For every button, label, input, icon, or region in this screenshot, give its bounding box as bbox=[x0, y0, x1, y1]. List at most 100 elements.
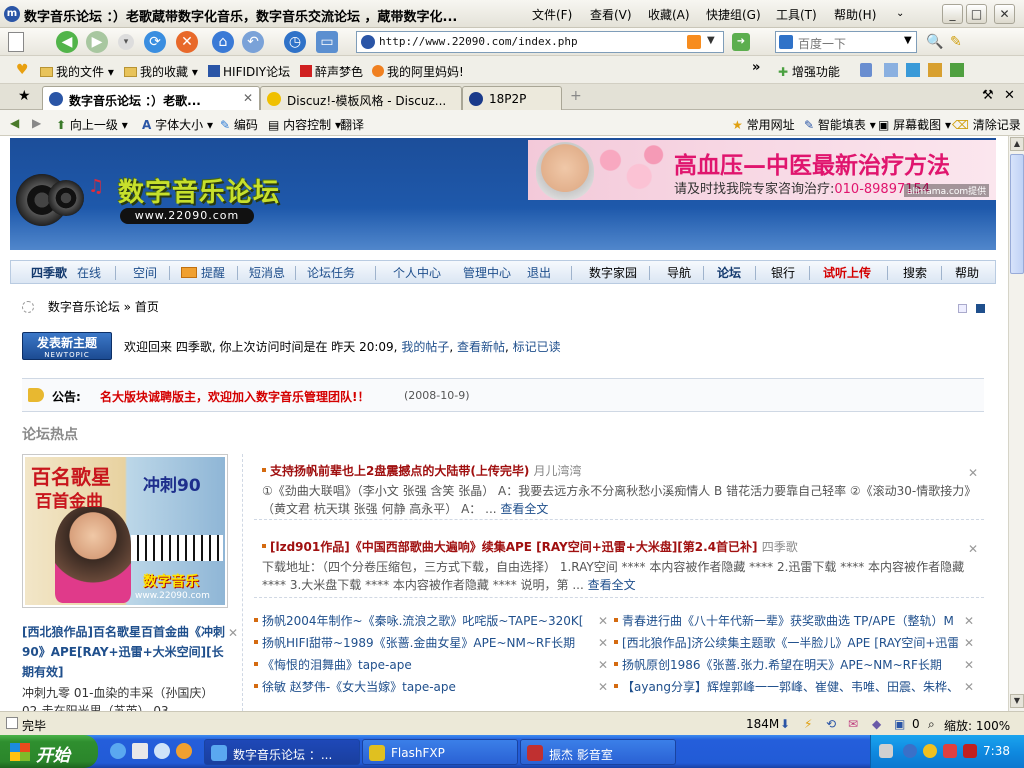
history-dropdown-icon[interactable]: ▾ bbox=[118, 34, 134, 50]
common-sites-button[interactable]: ★ 常用网址 bbox=[732, 116, 795, 133]
screenshot-button[interactable]: ▣ 屏幕截图 ▾ bbox=[878, 116, 951, 133]
scroll-down-icon[interactable]: ▼ bbox=[1010, 694, 1024, 708]
scroll-up-icon[interactable]: ▲ bbox=[1010, 137, 1024, 151]
tab-forum[interactable]: 数字音乐论坛 ：）老歌... ✕ bbox=[42, 86, 260, 110]
refresh-icon[interactable]: ⟳ bbox=[144, 31, 166, 53]
close-icon[interactable]: ✕ bbox=[968, 466, 978, 480]
search-input[interactable]: 百度一下 ▼ bbox=[775, 31, 917, 53]
list-item[interactable]: 扬帆原创1986《张蔷.张力.希望在明天》APE~NM~RF长期 bbox=[614, 656, 958, 673]
nav-logout[interactable]: 退出 bbox=[527, 264, 551, 281]
address-bar[interactable]: http://www.22090.com/index.php ▼ bbox=[356, 31, 724, 53]
start-button[interactable]: 开始 bbox=[0, 735, 98, 768]
topic-author[interactable]: 四季歌 bbox=[762, 540, 798, 554]
zoom-level[interactable]: 缩放: 100% bbox=[944, 717, 1010, 734]
nav-username[interactable]: 四季歌 bbox=[31, 264, 67, 281]
close-icon[interactable]: ✕ bbox=[598, 680, 608, 694]
search-small-icon[interactable]: ⌕ bbox=[928, 717, 935, 732]
list-item[interactable]: 青春进行曲《八十年代新一辈》获奖歌曲选 TP/APE（整轨）M bbox=[614, 612, 958, 629]
hot-topic-image[interactable]: 百名歌星 百首金曲 冲刺90 数字音乐 www.22090.com bbox=[22, 454, 228, 608]
tab-18p2p[interactable]: 18P2P bbox=[462, 86, 562, 110]
new-tab-icon[interactable]: + bbox=[570, 88, 582, 104]
scroll-thumb[interactable] bbox=[1010, 154, 1024, 274]
encoding-button[interactable]: ✎ 编码 bbox=[220, 116, 258, 133]
favorites-heart-icon[interactable]: ♥ bbox=[16, 62, 29, 78]
address-text[interactable]: http://www.22090.com/index.php bbox=[379, 35, 578, 48]
more-chevron-icon[interactable]: » bbox=[752, 60, 760, 75]
list-item[interactable]: [西北狼作品]济公续集主题歌《一半脸儿》APE [RAY空间+迅雷 bbox=[614, 634, 958, 651]
fav-zuisheng[interactable]: 醉声梦色 bbox=[300, 63, 363, 80]
content-control-button[interactable]: ▤ 内容控制 ▾ bbox=[268, 116, 341, 133]
list-item[interactable]: 【ayang分享】辉煌郭峰一一郭峰、崔健、韦唯、田震、朱桦、 bbox=[614, 678, 958, 695]
nav-space[interactable]: 空间 bbox=[133, 264, 157, 281]
new-topic-button[interactable]: 发表新主题 NEWTOPIC bbox=[22, 332, 112, 360]
close-button[interactable]: ✕ bbox=[994, 4, 1015, 24]
task-forum[interactable]: 数字音乐论坛 ：... bbox=[204, 739, 360, 765]
nav-forum[interactable]: 论坛 bbox=[717, 264, 741, 281]
list-item[interactable]: 徐敏 赵梦伟-《女大当嫁》tape-ape bbox=[254, 678, 592, 695]
close-icon[interactable]: ✕ bbox=[598, 636, 608, 650]
translate-button[interactable]: 翻译 bbox=[340, 116, 364, 133]
forward-small-icon[interactable]: ▶ bbox=[32, 116, 41, 130]
gem-icon[interactable]: ◆ bbox=[872, 717, 881, 731]
wide-layout-icon[interactable] bbox=[958, 304, 967, 313]
ie-icon[interactable] bbox=[110, 743, 126, 759]
topic-title-link[interactable]: 支持扬帆前辈也上2盘震撼点的大陆带(上传完毕) bbox=[270, 464, 529, 478]
go-icon[interactable]: ➜ bbox=[732, 33, 750, 51]
lightning-icon[interactable]: ⚡ bbox=[804, 717, 812, 731]
nav-messages[interactable]: 短消息 bbox=[249, 264, 285, 281]
maximize-button[interactable]: □ bbox=[966, 4, 987, 24]
close-tab-icon[interactable]: ✕ bbox=[1004, 88, 1015, 103]
undo-close-icon[interactable]: ↶ bbox=[242, 31, 264, 53]
new-posts-link[interactable]: 查看新帖 bbox=[457, 340, 505, 354]
list-item[interactable]: 扬帆HIFI甜带~1989《张蔷.金曲女星》APE~NM~RF长期 bbox=[254, 634, 592, 651]
nav-help[interactable]: 帮助 bbox=[955, 264, 979, 281]
smart-fill-button[interactable]: ✎ 智能填表 ▾ bbox=[804, 116, 876, 133]
media-icon[interactable] bbox=[176, 743, 192, 759]
menu-view[interactable]: 查看(V) bbox=[590, 6, 632, 23]
nav-profile[interactable]: 个人中心 bbox=[393, 264, 441, 281]
forward-arrow-icon[interactable]: ▶ bbox=[86, 31, 108, 53]
vertical-scrollbar[interactable]: ▲ ▼ bbox=[1008, 136, 1024, 711]
announcement-link[interactable]: 名大版块诚聘版主，欢迎加入数字音乐管理团队!！ bbox=[100, 388, 369, 405]
close-icon[interactable]: ✕ bbox=[964, 680, 974, 694]
minimize-button[interactable]: _ bbox=[942, 4, 963, 24]
qq-icon[interactable] bbox=[923, 744, 937, 758]
close-icon[interactable]: ✕ bbox=[968, 542, 978, 556]
plugin-icon[interactable] bbox=[906, 63, 920, 77]
nav-online[interactable]: 在线 bbox=[77, 264, 101, 281]
nav-home[interactable]: 数字家园 bbox=[589, 264, 637, 281]
plugin-icon[interactable] bbox=[928, 63, 942, 77]
site-logo-title[interactable]: 数字音乐论坛 bbox=[118, 172, 280, 209]
menu-help[interactable]: 帮助(H) bbox=[834, 6, 876, 23]
fav-my-files[interactable]: 我的文件 ▾ bbox=[40, 63, 114, 80]
back-arrow-icon[interactable]: ◀ bbox=[56, 31, 78, 53]
tab-discuz[interactable]: Discuz!-模板风格 - Discuz... bbox=[260, 86, 462, 110]
my-posts-link[interactable]: 我的帖子 bbox=[401, 340, 449, 354]
read-more-link[interactable]: 查看全文 bbox=[500, 502, 548, 516]
stop-icon[interactable]: ✕ bbox=[176, 31, 198, 53]
antivirus-icon[interactable] bbox=[963, 744, 977, 758]
menu-tools[interactable]: 工具(T) bbox=[776, 6, 817, 23]
clock-icon[interactable]: ◷ bbox=[284, 31, 306, 53]
nav-tasks[interactable]: 论坛任务 bbox=[307, 264, 355, 281]
sync-icon[interactable]: ⟲ bbox=[826, 717, 836, 731]
nav-admin[interactable]: 管理中心 bbox=[463, 264, 511, 281]
close-icon[interactable]: ✕ bbox=[598, 658, 608, 672]
ad-banner[interactable]: 高血压—中医最新治疗方法 请及时找我院专家咨询治疗:010-89897154 a… bbox=[528, 140, 996, 200]
chevron-left-icon[interactable] bbox=[903, 744, 917, 758]
go-up-button[interactable]: ⬆ 向上一级 ▾ bbox=[56, 116, 128, 133]
highlight-icon[interactable]: ✎ bbox=[950, 34, 962, 50]
wrench-icon[interactable]: ⚒ bbox=[982, 88, 994, 103]
menu-favorites[interactable]: 收藏(A) bbox=[648, 6, 690, 23]
mark-read-link[interactable]: 标记已读 bbox=[513, 340, 561, 354]
block-icon[interactable]: ▣ bbox=[894, 717, 905, 731]
list-item[interactable]: 扬帆2004年制作~《秦咏.流浪之歌》叱咤版~TAPE~320K[ bbox=[254, 612, 592, 629]
plugin-icon[interactable] bbox=[884, 63, 898, 77]
plugin-icon[interactable] bbox=[860, 63, 872, 77]
topic-author[interactable]: 月儿湾湾 bbox=[534, 464, 582, 478]
address-dropdown-icon[interactable]: ▼ bbox=[707, 35, 715, 46]
menu-groups[interactable]: 快捷组(G) bbox=[706, 6, 761, 23]
enhance-button[interactable]: ✚ 增强功能 bbox=[778, 63, 840, 80]
clear-history-button[interactable]: ⌫ 清除记录 bbox=[952, 116, 1021, 133]
task-media-room[interactable]: 振杰 影音室 bbox=[520, 739, 676, 765]
